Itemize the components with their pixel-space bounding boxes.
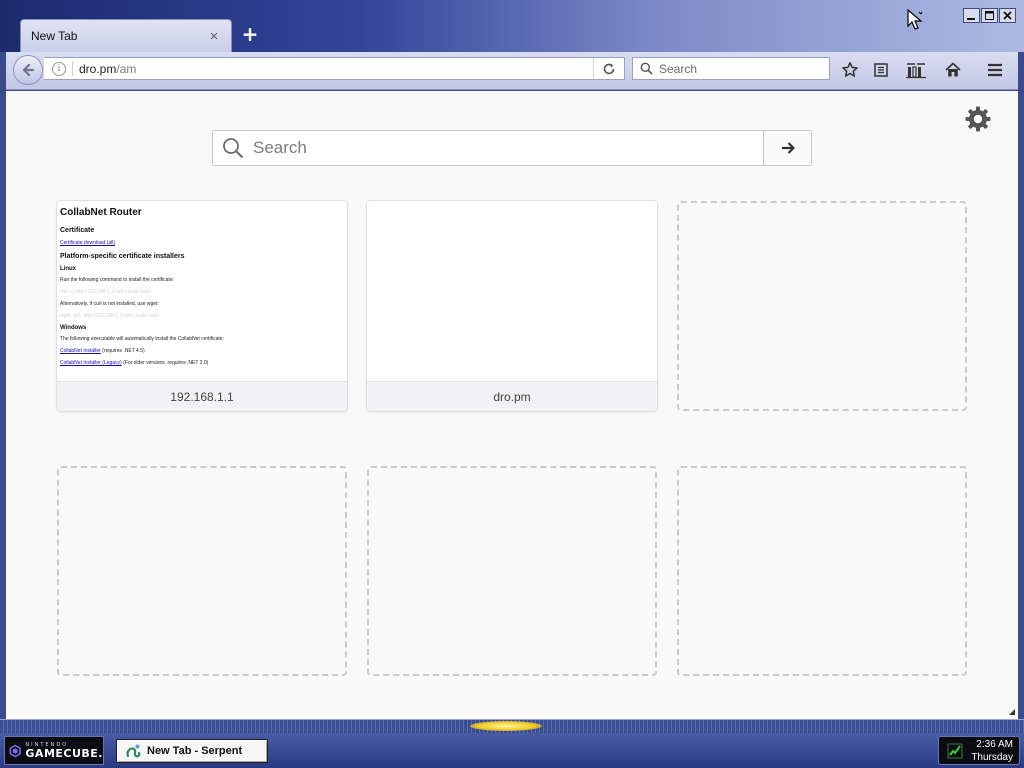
gamecube-logo-icon [9, 744, 21, 757]
tab-title: New Tab [31, 29, 78, 43]
new-tab-button[interactable]: + [240, 24, 260, 44]
tile-label[interactable]: 192.168.1.1 [57, 381, 347, 411]
thumb-linux-text-1: Run the following command to install the… [60, 277, 174, 283]
thumb-installer-link-1: CollabNet Installer [60, 348, 101, 354]
taskbar-item-new-tab[interactable]: New Tab - Serpent [116, 739, 268, 763]
reload-button[interactable] [594, 58, 624, 79]
maximize-icon [985, 11, 994, 20]
search-go-button[interactable] [763, 131, 811, 165]
url-bar[interactable]: i dro.pm/am [44, 57, 625, 80]
start-label: NINTENDO GAMECUBE. [25, 742, 103, 760]
close-window-button[interactable] [999, 8, 1016, 23]
home-button[interactable] [942, 59, 964, 81]
newtab-search-box[interactable]: Search [212, 130, 812, 166]
search-icon [223, 138, 244, 159]
mouse-cursor-icon [907, 9, 923, 30]
arrow-right-icon [781, 142, 795, 154]
taskbar-item-label: New Tab - Serpent [147, 745, 243, 757]
new-tab-page: Search CollabNet Router Certificate Cert… [6, 91, 1018, 719]
thumb-title: CollabNet Router [60, 207, 142, 218]
thumb-linux-command-1: curl -s http://192.168.1.1/cert | sudo b… [60, 289, 151, 295]
navigation-toolbar: i dro.pm/am Search [6, 52, 1018, 90]
hamburger-menu-button[interactable] [984, 59, 1006, 81]
taskbar-glow [470, 721, 542, 731]
newtab-search-input[interactable]: Search [253, 138, 763, 158]
home-icon [945, 62, 961, 77]
tile-thumbnail [367, 201, 657, 381]
library-button[interactable] [905, 59, 927, 81]
top-site-tile[interactable]: CollabNet Router Certificate Certificate… [57, 201, 347, 411]
gear-icon[interactable] [964, 105, 992, 133]
thumb-installer-note-2: (For older versions, requires .NET 2.0) [123, 360, 209, 366]
search-bar[interactable]: Search [632, 57, 830, 80]
library-icon [906, 63, 926, 79]
empty-tile-placeholder [677, 201, 967, 411]
search-icon [640, 62, 653, 75]
thumb-linux-command-2: wget -qO- http://192.168.1.1/cert | sudo… [60, 313, 160, 319]
serpent-browser-icon [126, 744, 141, 758]
bookmark-star-icon [842, 62, 858, 77]
tile-thumbnail: CollabNet Router Certificate Certificate… [57, 201, 347, 381]
network-status-icon[interactable] [947, 743, 963, 759]
start-label-main: GAMECUBE. [25, 746, 103, 760]
hamburger-menu-icon [988, 63, 1002, 77]
thumb-heading-windows: Windows [60, 325, 87, 331]
empty-tile-placeholder [677, 466, 967, 676]
thumb-heading-linux: Linux [60, 266, 76, 272]
thumb-installer-row-2: CollabNet Installer (Legacy) (For older … [60, 360, 344, 366]
thumb-heading-certificate: Certificate [60, 227, 95, 234]
close-icon [1003, 11, 1012, 20]
thumb-installer-note-1: (requires .NET 4.5) [102, 348, 145, 354]
clock-day: Thursday [971, 752, 1013, 763]
empty-tile-placeholder [57, 466, 347, 676]
empty-tile-placeholder [367, 466, 657, 676]
newtab-search-icon-wrap [213, 131, 253, 165]
reader-view-icon [874, 63, 888, 77]
url-path: /am [116, 61, 137, 76]
start-button[interactable]: NINTENDO GAMECUBE. [4, 736, 104, 765]
thumb-installer-row-1: CollabNet Installer (requires .NET 4.5) [60, 348, 344, 354]
tab-close-icon[interactable]: × [207, 28, 221, 45]
thumb-windows-text: The following executable will automatica… [60, 336, 224, 342]
thumb-heading-platform: Platform-specific certificate installers [60, 253, 185, 260]
taskbar: NINTENDO GAMECUBE. New Tab - Serpent 2:3… [0, 733, 1024, 768]
maximize-button[interactable] [981, 8, 998, 23]
search-bar-placeholder: Search [659, 61, 698, 76]
top-site-tile[interactable]: dro.pm [367, 201, 657, 411]
thumb-installer-link-2: CollabNet Installer (Legacy) [60, 360, 122, 366]
clock-time[interactable]: 2:36 AM [976, 739, 1013, 750]
minimize-icon [967, 18, 975, 20]
bookmark-button[interactable] [839, 59, 861, 81]
back-arrow-icon [22, 63, 35, 77]
url-host: dro.pm [79, 61, 117, 76]
tile-label[interactable]: dro.pm [367, 381, 657, 411]
window-titlebar: New Tab × + [0, 0, 1024, 52]
info-icon[interactable]: i [52, 61, 66, 76]
reload-icon [603, 63, 615, 74]
url-separator [72, 61, 73, 76]
system-tray: 2:36 AM Thursday [938, 736, 1020, 765]
thumb-linux-text-2: Alternatively, if curl is not installed,… [60, 301, 159, 307]
minimize-button[interactable] [963, 8, 980, 23]
back-button[interactable] [13, 55, 43, 85]
tab-new-tab[interactable]: New Tab × [20, 19, 232, 52]
url-text[interactable]: dro.pm/am [79, 62, 593, 76]
thumb-certificate-link: Certificate download (all) [60, 240, 116, 246]
reader-view-button[interactable] [870, 59, 892, 81]
resize-grip-icon[interactable] [1006, 706, 1016, 716]
